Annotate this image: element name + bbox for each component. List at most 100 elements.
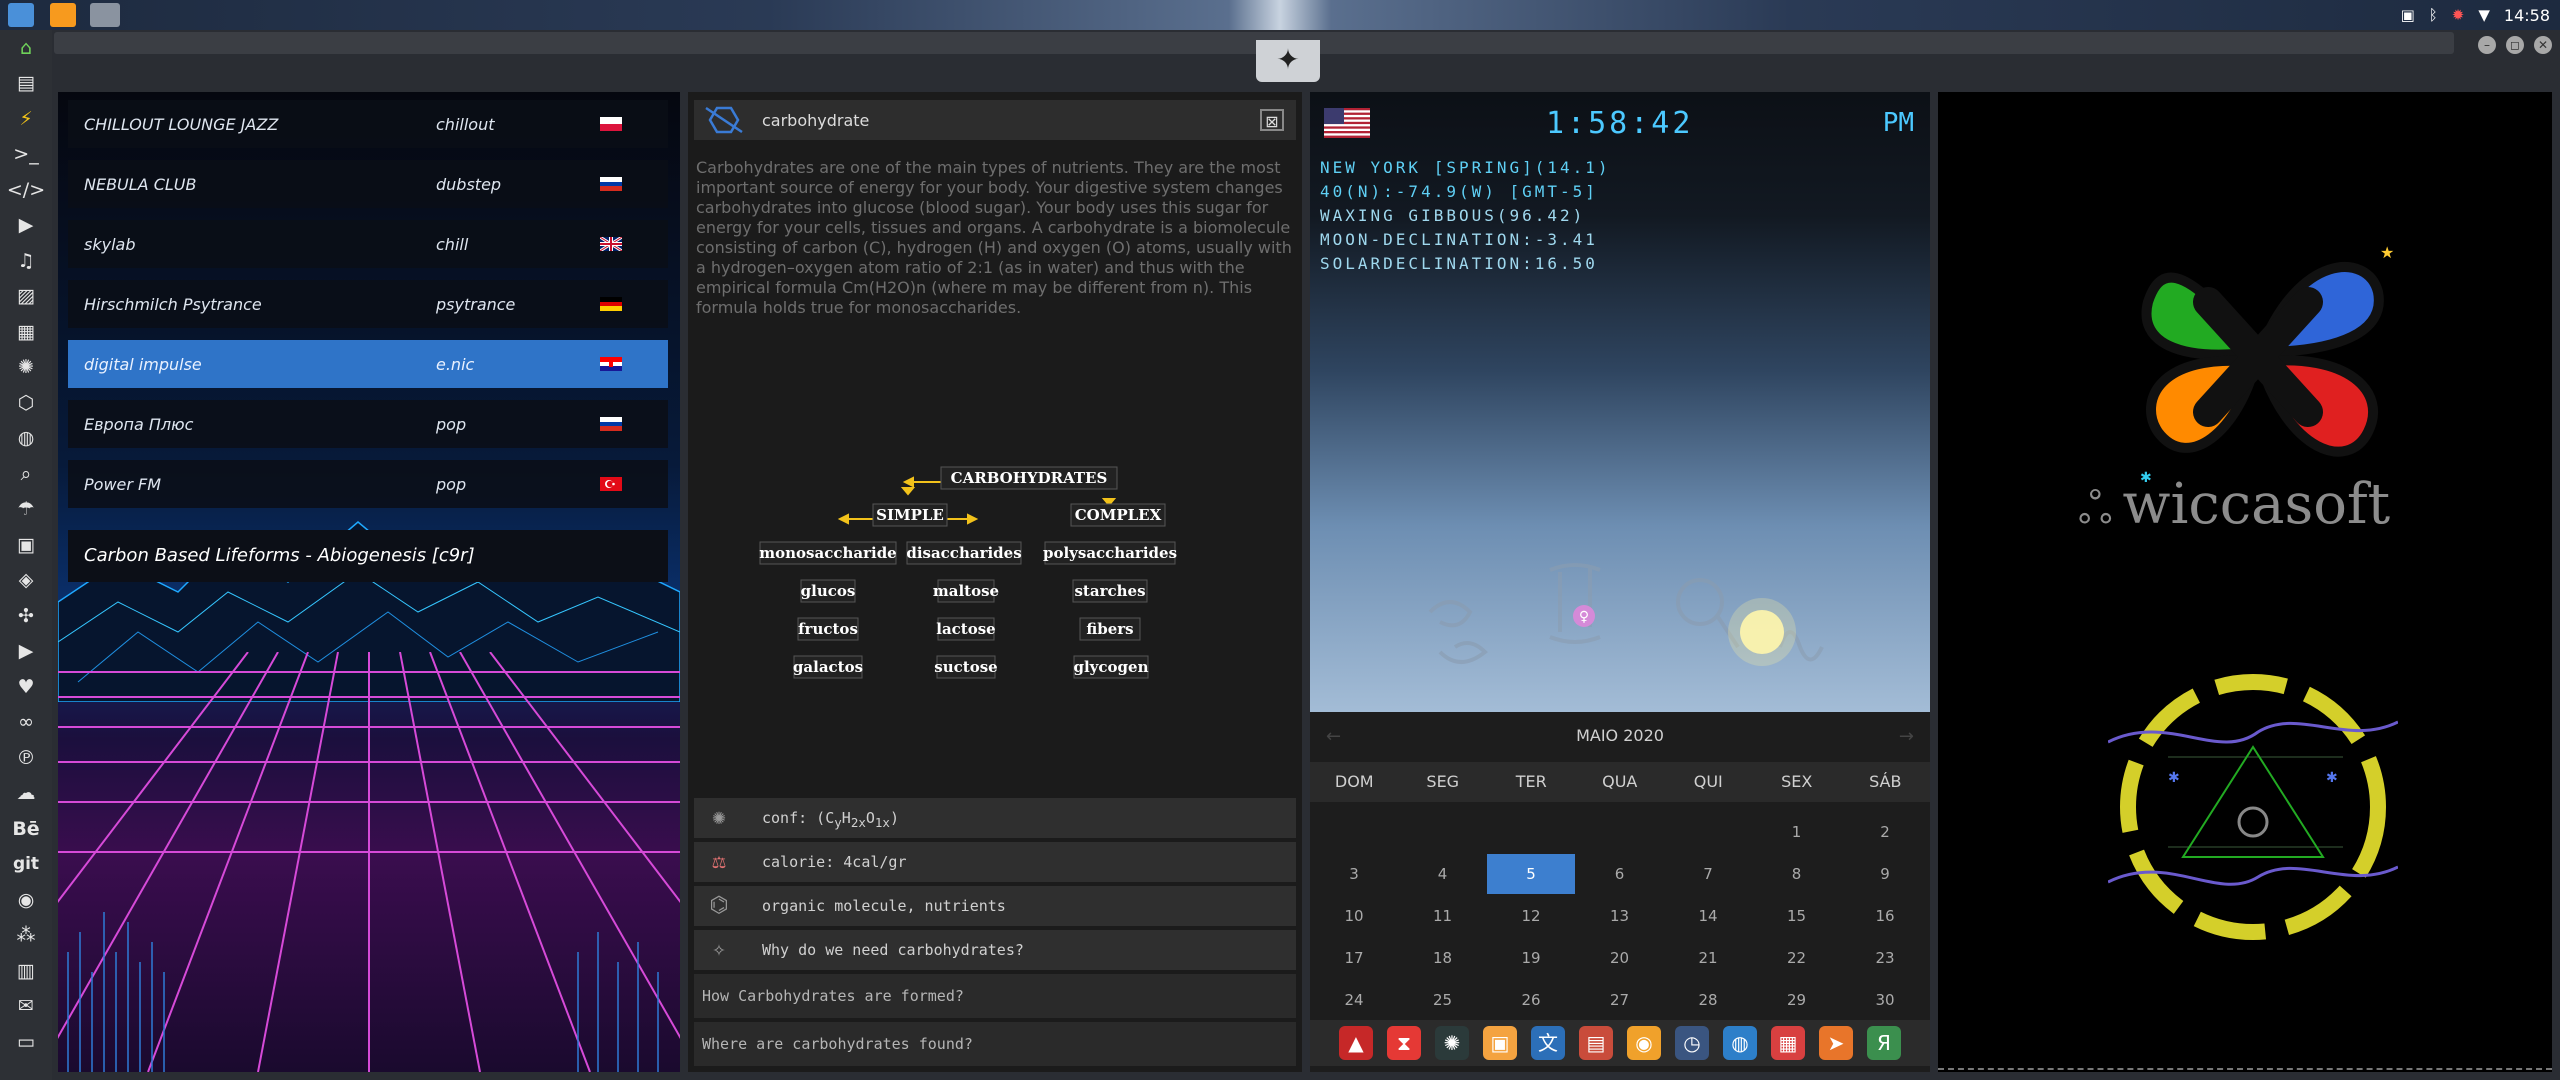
calendar-day[interactable]: 7 <box>1664 854 1752 894</box>
github-icon[interactable]: ◉ <box>0 882 52 918</box>
calendar-day[interactable]: 2 <box>1841 812 1929 852</box>
image-icon[interactable]: ▨ <box>0 279 52 315</box>
station-row[interactable]: Hirschmilch Psytrance psytrance <box>68 280 668 328</box>
calendar-day[interactable]: 10 <box>1310 896 1398 936</box>
window-switcher-icon[interactable] <box>90 3 120 27</box>
calendar-day[interactable]: 6 <box>1576 854 1664 894</box>
message-icon[interactable]: ▭ <box>0 1024 52 1060</box>
document-icon[interactable]: ▤ <box>0 66 52 102</box>
community-icon[interactable]: ⁂ <box>0 918 52 954</box>
hourglass-icon[interactable]: ⧗ <box>1387 1026 1421 1060</box>
youtube-icon[interactable]: ▶ <box>0 634 52 670</box>
presentation-icon[interactable]: ▤ <box>1579 1026 1613 1060</box>
file-manager-icon[interactable] <box>8 3 34 27</box>
tag-icon[interactable]: ◈ <box>0 563 52 599</box>
rebel-icon[interactable]: ✺ <box>0 350 52 386</box>
code-icon[interactable]: </> <box>0 172 52 208</box>
calendar-day[interactable]: 24 <box>1310 980 1398 1020</box>
station-row[interactable]: CHILLOUT LOUNGE JAZZ chillout <box>68 100 668 148</box>
gear-sphere-icon[interactable]: ✺ <box>1435 1026 1469 1060</box>
calendar-day[interactable]: 25 <box>1399 980 1487 1020</box>
calendar-day[interactable]: 29 <box>1753 980 1841 1020</box>
station-row[interactable]: skylab chill <box>68 220 668 268</box>
calendar-day[interactable]: 1 <box>1753 812 1841 852</box>
calendar-day[interactable]: 27 <box>1576 980 1664 1020</box>
calendar-day[interactable]: 21 <box>1664 938 1752 978</box>
fact-type[interactable]: ⌬ organic molecule, nutrients <box>694 886 1296 926</box>
station-row-selected[interactable]: digital impulse e.nic <box>68 340 668 388</box>
music-icon[interactable]: ♫ <box>0 243 52 279</box>
sublime-icon[interactable] <box>50 3 76 27</box>
pinterest-icon[interactable]: ℗ <box>0 740 52 776</box>
calendar-day[interactable]: 8 <box>1753 854 1841 894</box>
bluetooth-icon[interactable]: ᛒ <box>2429 6 2438 24</box>
calendar-day[interactable]: 18 <box>1399 938 1487 978</box>
lastfm-icon[interactable]: ∞ <box>0 705 52 741</box>
terminal-icon[interactable]: >_ <box>0 137 52 173</box>
behance-icon[interactable]: Bē <box>0 811 52 847</box>
clock-app-icon[interactable]: ◷ <box>1675 1026 1709 1060</box>
play-icon[interactable]: ▶ <box>0 208 52 244</box>
calendar-day[interactable]: 11 <box>1399 896 1487 936</box>
news-icon[interactable]: ▦ <box>0 314 52 350</box>
calendar-day-today[interactable]: 5 <box>1487 854 1575 894</box>
calendar-day[interactable]: 3 <box>1310 854 1398 894</box>
station-row[interactable]: NEBULA CLUB dubstep <box>68 160 668 208</box>
contacts-icon[interactable]: ▣ <box>0 527 52 563</box>
calendar-day[interactable]: 30 <box>1841 980 1929 1020</box>
maximize-button[interactable]: ◻ <box>2506 36 2524 54</box>
flash-icon[interactable]: ⚡ <box>0 101 52 137</box>
calendar-day[interactable]: 22 <box>1753 938 1841 978</box>
home-icon[interactable]: ⌂ <box>0 30 52 66</box>
yandex-icon[interactable]: Я <box>1867 1026 1901 1060</box>
fact-formula[interactable]: ✺ conf: (CyH2xO1x) <box>694 798 1296 838</box>
hexagon-icon[interactable]: ⬡ <box>0 385 52 421</box>
calendar-day[interactable]: 15 <box>1753 896 1841 936</box>
fact-calorie[interactable]: ⚖ calorie: 4cal/gr <box>694 842 1296 882</box>
puzzle-icon[interactable]: ✣ <box>0 598 52 634</box>
close-button[interactable]: ✕ <box>2534 36 2552 54</box>
umbrella-icon[interactable]: ☂ <box>0 492 52 528</box>
calendar-day[interactable]: 16 <box>1841 896 1929 936</box>
browser-icon[interactable]: ◍ <box>1723 1026 1757 1060</box>
window-title-bar[interactable] <box>54 32 2454 54</box>
calendar-day[interactable]: 28 <box>1664 980 1752 1020</box>
calendar-day[interactable]: 23 <box>1841 938 1929 978</box>
mail-icon[interactable]: ✉ <box>0 989 52 1025</box>
station-row[interactable]: Power FM pop <box>68 460 668 508</box>
image-viewer-icon[interactable]: ▣ <box>1483 1026 1517 1060</box>
fact-question[interactable]: ✧ Why do we need carbohydrates? <box>694 930 1296 970</box>
calendar-day[interactable]: 4 <box>1399 854 1487 894</box>
prev-month-button[interactable]: ← <box>1326 726 1341 747</box>
calendar-day[interactable]: 17 <box>1310 938 1398 978</box>
calendar-day[interactable]: 14 <box>1664 896 1752 936</box>
system-clock[interactable]: 14:58 <box>2504 6 2550 25</box>
alert-icon[interactable]: ✹ <box>2452 6 2465 24</box>
next-month-button[interactable]: → <box>1899 726 1914 747</box>
calendar-day[interactable]: 9 <box>1841 854 1929 894</box>
heart-icon[interactable]: ♥ <box>0 669 52 705</box>
rebel-alliance-logo[interactable]: ✦ <box>1256 40 1320 82</box>
globe-icon[interactable]: ◍ <box>0 421 52 457</box>
link-formed[interactable]: How Carbohydrates are formed? <box>694 974 1296 1018</box>
link-found[interactable]: Where are carbohydrates found? <box>694 1022 1296 1066</box>
calendar-app-icon[interactable]: ▦ <box>1771 1026 1805 1060</box>
red-a-icon[interactable]: ▲ <box>1339 1026 1373 1060</box>
wifi-icon[interactable]: ▼ <box>2478 6 2490 24</box>
cloud-icon[interactable]: ☁ <box>0 776 52 812</box>
calendar-day[interactable]: 12 <box>1487 896 1575 936</box>
calendar-day[interactable]: 19 <box>1487 938 1575 978</box>
photo-icon[interactable]: ▣ <box>2401 6 2415 24</box>
calendar-day[interactable]: 20 <box>1576 938 1664 978</box>
map-icon[interactable]: ▥ <box>0 953 52 989</box>
calendar-day[interactable]: 13 <box>1576 896 1664 936</box>
calendar-day[interactable]: 26 <box>1487 980 1575 1020</box>
git-icon[interactable]: git <box>0 847 52 883</box>
station-row[interactable]: Европа Плюс pop <box>68 400 668 448</box>
search-app-icon[interactable]: ◉ <box>1627 1026 1661 1060</box>
close-icon[interactable]: ⊠ <box>1260 109 1284 131</box>
minimize-button[interactable]: – <box>2478 36 2496 54</box>
search-icon[interactable]: ⌕ <box>0 456 52 492</box>
translate-icon[interactable]: 文 <box>1531 1026 1565 1060</box>
arrow-app-icon[interactable]: ➤ <box>1819 1026 1853 1060</box>
